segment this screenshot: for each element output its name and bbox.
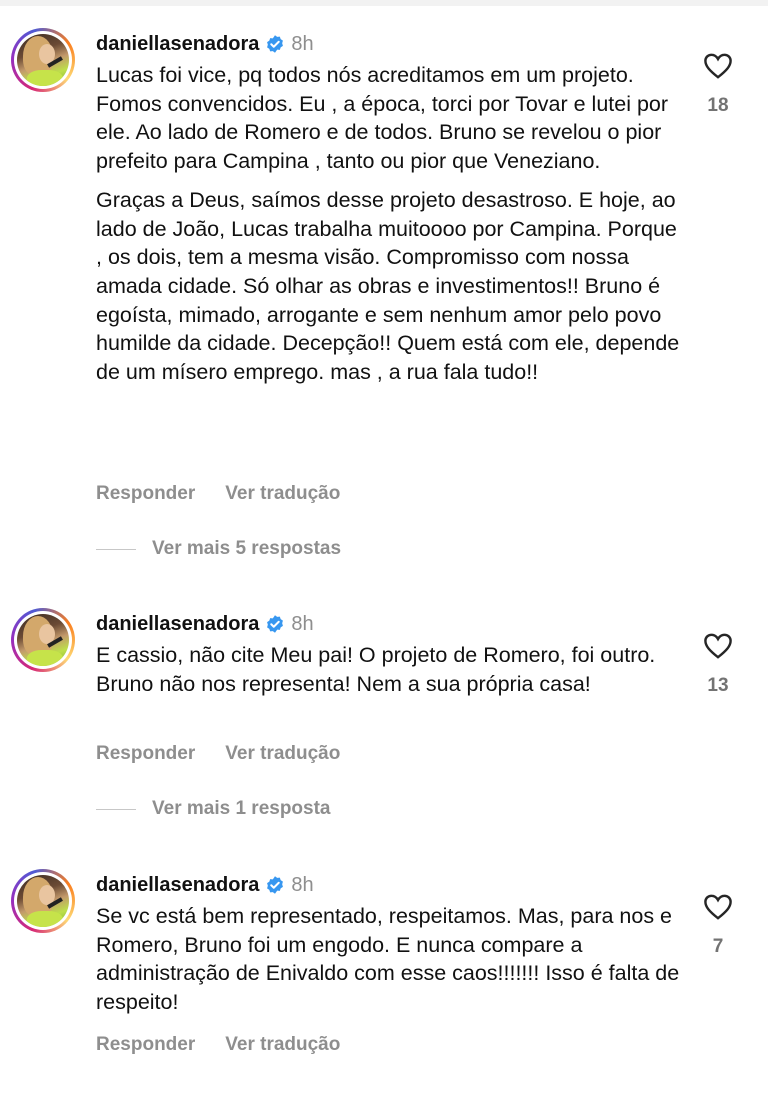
view-more-replies-label: Ver mais 5 respostas — [152, 538, 342, 559]
timestamp: 8h — [291, 873, 314, 896]
view-more-replies[interactable]: Ver mais 5 respostas — [96, 538, 341, 560]
timestamp: 8h — [291, 32, 314, 55]
comment-header: daniellasenadora 8h — [96, 608, 314, 640]
view-more-replies-label: Ver mais 1 resposta — [152, 798, 331, 819]
comment-text: E cassio, não cite Meu pai! O projeto de… — [96, 641, 686, 708]
heart-icon[interactable] — [703, 893, 733, 921]
comment-text: Se vc está bem representado, respeitamos… — [96, 902, 686, 1027]
translate-button[interactable]: Ver tradução — [225, 483, 340, 505]
comment-paragraph: Graças a Deus, saímos desse projeto desa… — [96, 187, 680, 385]
reply-button[interactable]: Responder — [96, 743, 195, 765]
comment-actions: Responder Ver tradução — [96, 483, 370, 505]
timestamp: 8h — [291, 612, 314, 635]
comment-header: daniellasenadora 8h — [96, 869, 314, 901]
like-count: 18 — [707, 95, 729, 116]
reply-button[interactable]: Responder — [96, 483, 195, 505]
reply-button[interactable]: Responder — [96, 1034, 195, 1056]
username[interactable]: daniellasenadora — [96, 33, 259, 56]
username[interactable]: daniellasenadora — [96, 613, 259, 636]
comment-header: daniellasenadora 8h — [96, 28, 314, 60]
avatar[interactable] — [11, 608, 75, 672]
verified-badge-icon — [267, 35, 284, 53]
translate-button[interactable]: Ver tradução — [225, 743, 340, 765]
top-edge — [0, 0, 768, 6]
avatar[interactable] — [11, 28, 75, 92]
comment-actions: Responder Ver tradução — [96, 1034, 370, 1056]
divider — [96, 548, 136, 550]
comment-actions: Responder Ver tradução — [96, 743, 370, 765]
heart-icon[interactable] — [703, 52, 733, 80]
divider — [96, 808, 136, 810]
verified-badge-icon — [267, 876, 284, 894]
comment-text: Lucas foi vice, pq todos nós acreditamos… — [96, 61, 686, 397]
heart-icon[interactable] — [703, 632, 733, 660]
avatar[interactable] — [11, 869, 75, 933]
username[interactable]: daniellasenadora — [96, 874, 259, 897]
translate-button[interactable]: Ver tradução — [225, 1034, 340, 1056]
comment-paragraph: Lucas foi vice, pq todos nós acreditamos… — [96, 63, 669, 174]
comment-paragraph: E cassio, não cite Meu pai! O projeto de… — [96, 643, 656, 696]
comment-paragraph: Se vc está bem representado, respeitamos… — [96, 904, 680, 1015]
verified-badge-icon — [267, 615, 284, 633]
like-count: 13 — [707, 675, 729, 696]
like-count: 7 — [712, 936, 724, 957]
view-more-replies[interactable]: Ver mais 1 resposta — [96, 798, 331, 820]
